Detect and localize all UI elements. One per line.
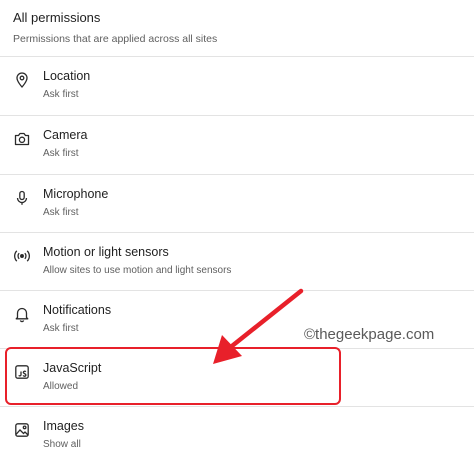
permission-label: Motion or light sensors — [43, 245, 169, 259]
permission-item-location[interactable]: Location Ask first — [0, 57, 474, 115]
bell-icon — [13, 305, 31, 323]
image-icon — [13, 421, 31, 439]
page-title: All permissions — [13, 10, 101, 25]
permission-label: Notifications — [43, 303, 112, 317]
permission-label: JavaScript — [43, 361, 102, 375]
permission-label: Images — [43, 419, 84, 433]
permission-item-camera[interactable]: Camera Ask first — [0, 116, 474, 174]
watermark: ©thegeekpage.com — [304, 326, 435, 343]
camera-icon — [13, 130, 31, 148]
microphone-icon — [13, 189, 31, 207]
permission-status: Allow sites to use motion and light sens… — [43, 265, 232, 276]
permission-label: Microphone — [43, 187, 109, 201]
permission-status: Ask first — [43, 323, 79, 334]
permission-item-images[interactable]: Images Show all — [0, 407, 474, 465]
permission-status: Allowed — [43, 381, 79, 392]
permission-status: Ask first — [43, 89, 79, 100]
location-pin-icon — [13, 71, 31, 89]
permissions-header: All permissions Permissions that are app… — [13, 10, 217, 46]
sensor-icon — [13, 247, 31, 265]
permission-label: Camera — [43, 128, 88, 142]
javascript-icon — [13, 363, 31, 381]
permission-item-motion-sensors[interactable]: Motion or light sensors Allow sites to u… — [0, 233, 474, 291]
permission-status: Show all — [43, 439, 81, 450]
permission-status: Ask first — [43, 148, 79, 159]
permission-label: Location — [43, 69, 91, 83]
permission-item-microphone[interactable]: Microphone Ask first — [0, 175, 474, 233]
page-subtitle: Permissions that are applied across all … — [13, 33, 218, 45]
permission-status: Ask first — [43, 207, 79, 218]
permission-item-javascript[interactable]: JavaScript Allowed — [0, 349, 474, 407]
